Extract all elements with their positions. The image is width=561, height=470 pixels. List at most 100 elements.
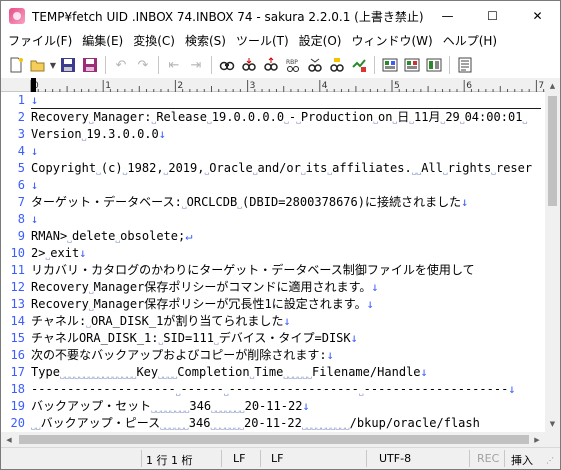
menu-tools[interactable]: ツール(T): [231, 31, 294, 52]
resize-grip-icon[interactable]: ⋰: [546, 456, 554, 465]
jump-icon[interactable]: [326, 54, 348, 76]
toolbar-separator: [449, 56, 450, 74]
tag-jump-icon[interactable]: [379, 54, 401, 76]
scroll-down-arrow-icon[interactable]: ▼: [545, 416, 560, 432]
compare-icon[interactable]: [401, 54, 423, 76]
line-number: 10: [10, 246, 25, 260]
menu-search[interactable]: 検索(S): [180, 31, 231, 52]
open-folder-icon[interactable]: [27, 54, 49, 76]
line-number: 6: [17, 178, 25, 192]
column-ruler: 01234567: [1, 78, 545, 92]
menu-help[interactable]: ヘルプ(H): [438, 31, 502, 52]
title-bar: TEMP¥fetch UID .INBOX 74.INBOX 74 - saku…: [1, 1, 560, 31]
ruler-label: 1: [105, 81, 111, 91]
search-next-icon[interactable]: [238, 54, 260, 76]
editor-line[interactable]: 19 バックアップ・セット˽˽˽˽˽˽˽˽346˽˽˽˽˽˽˽20-11-22↓: [1, 398, 545, 415]
editor-line[interactable]: 13 Recovery˽Manager保存ポリシーが冗長性1に設定されます。↓: [1, 296, 545, 313]
line-text: ↓: [31, 178, 39, 192]
tile-icon[interactable]: [423, 54, 445, 76]
scroll-left-arrow-icon[interactable]: ◀: [1, 432, 17, 447]
text-editor[interactable]: 1 ↓ 2 Recovery˽Manager:˽Release˽19.0.0.0.0˽…: [1, 92, 545, 432]
status-cursor-position: 1 行 1 桁: [146, 454, 193, 467]
menu-window[interactable]: ウィンドウ(W): [346, 31, 437, 52]
menu-convert[interactable]: 変換(C): [128, 31, 180, 52]
editor-line[interactable]: 9 RMAN>˽delete˽obsolete;↵: [1, 228, 545, 245]
editor-line[interactable]: 2 Recovery˽Manager:˽Release˽19.0.0.0.0˽-˽…: [1, 109, 545, 126]
minimize-button[interactable]: —: [425, 1, 470, 31]
line-text: RMAN>˽delete˽obsolete;↵: [31, 229, 193, 243]
ruler-label: 3: [250, 81, 256, 91]
line-text: ˽˽バックアップ・ピース˽˽˽˽˽˽346˽˽˽˽˽˽˽20-11-22˽˽˽˽…: [31, 416, 480, 430]
status-encoding[interactable]: UTF-8: [379, 452, 411, 465]
line-number: 11: [10, 263, 25, 277]
replace-icon[interactable]: RBP: [282, 54, 304, 76]
ruler-label: 5: [394, 81, 400, 91]
menu-edit[interactable]: 編集(E): [77, 31, 128, 52]
editor-line[interactable]: 17 Type˽˽˽˽˽˽˽˽˽˽˽˽˽˽˽˽Key˽˽˽˽Completion˽…: [1, 364, 545, 381]
ruler-label: 7: [538, 81, 544, 91]
line-number: 20: [10, 416, 25, 430]
new-file-icon[interactable]: [5, 54, 27, 76]
editor-line[interactable]: 10 2>˽exit↓: [1, 245, 545, 262]
jump-back-icon[interactable]: ⇤: [163, 54, 185, 76]
undo-icon[interactable]: ↶: [110, 54, 132, 76]
status-line-ending[interactable]: LF: [271, 452, 283, 465]
line-number: 13: [10, 297, 25, 311]
status-insert-mode[interactable]: 挿入: [511, 452, 533, 468]
line-text: Copyright˽(c)˽1982,˽2019,˽Oracle˽and/or˽…: [31, 161, 533, 175]
editor-line[interactable]: 11 リカバリ・カタログのかわりにターゲット・データベース制御ファイルを使用して: [1, 262, 545, 279]
editor-line[interactable]: 7 ターゲット・データベース:˽ORCLCDB˽(DBID=2800378676)…: [1, 194, 545, 211]
scroll-up-arrow-icon[interactable]: ▲: [545, 78, 560, 94]
editor-line[interactable]: 12 Recovery˽Manager保存ポリシーがコマンドに適用されます。↓: [1, 279, 545, 296]
line-number: 5: [17, 161, 25, 175]
vertical-scroll-thumb[interactable]: [548, 96, 557, 206]
editor-line[interactable]: 8 ↓: [1, 211, 545, 228]
menu-bar: ファイル(F) 編集(E) 変換(C) 検索(S) ツール(T) 設定(O) ウ…: [1, 31, 560, 52]
close-button[interactable]: ✕: [515, 1, 560, 31]
editor-line[interactable]: 1 ↓: [1, 92, 545, 109]
line-text: --------------------˽------˽------------…: [31, 382, 516, 396]
horizontal-scrollbar[interactable]: ◀ ▶: [1, 432, 545, 447]
editor-line[interactable]: 15 チャネルORA_DISK_1:˽SID=111˽デバイス・タイプ=DISK↓: [1, 330, 545, 347]
line-text: ↓: [31, 93, 39, 107]
open-dropdown-icon[interactable]: ▼: [49, 61, 57, 70]
maximize-button[interactable]: ☐: [470, 1, 515, 31]
editor-line[interactable]: 16 次の不要なバックアップおよびコピーが削除されます:↓: [1, 347, 545, 364]
line-text: チャネルORA_DISK_1:˽SID=111˽デバイス・タイプ=DISK↓: [31, 331, 358, 345]
line-text: Version˽19.3.0.0.0↓: [31, 127, 166, 141]
editor-window: TEMP¥fetch UID .INBOX 74.INBOX 74 - saku…: [0, 0, 561, 470]
menu-settings[interactable]: 設定(O): [294, 31, 347, 52]
editor-line[interactable]: 18 --------------------˽------˽----------…: [1, 381, 545, 398]
search-prev-icon[interactable]: [260, 54, 282, 76]
editor-line[interactable]: 5 Copyright˽(c)˽1982,˽2019,˽Oracle˽and/or…: [1, 160, 545, 177]
vertical-scrollbar[interactable]: ▲ ▼: [545, 78, 560, 432]
line-number: 8: [17, 212, 25, 226]
grep-icon[interactable]: [348, 54, 370, 76]
bookmark-icon[interactable]: [304, 54, 326, 76]
toolbar-separator: [105, 56, 106, 74]
line-number: 18: [10, 382, 25, 396]
horizontal-scroll-thumb[interactable]: [19, 435, 529, 444]
search-icon[interactable]: [216, 54, 238, 76]
line-number: 9: [17, 229, 25, 243]
line-text: Recovery˽Manager保存ポリシーが冗長性1に設定されます。↓: [31, 297, 374, 311]
scroll-right-arrow-icon[interactable]: ▶: [529, 432, 545, 447]
line-text: ターゲット・データベース:˽ORCLCDB˽(DBID=2800378676)に…: [31, 195, 469, 209]
outline-icon[interactable]: [454, 54, 476, 76]
save-icon[interactable]: [57, 54, 79, 76]
editor-line[interactable]: 20 ˽˽バックアップ・ピース˽˽˽˽˽˽346˽˽˽˽˽˽˽20-11-22˽˽…: [1, 415, 545, 432]
status-separator: [141, 450, 142, 467]
line-number: 4: [17, 144, 25, 158]
editor-line[interactable]: 3 Version˽19.3.0.0.0↓: [1, 126, 545, 143]
jump-forward-icon[interactable]: ⇥: [185, 54, 207, 76]
line-number: 7: [17, 195, 25, 209]
line-number: 17: [10, 365, 25, 379]
save-as-icon[interactable]: [79, 54, 101, 76]
editor-line[interactable]: 6 ↓: [1, 177, 545, 194]
menu-file[interactable]: ファイル(F): [3, 31, 77, 52]
editor-line[interactable]: 14 チャネル:˽ORA_DISK_1が割り当てられました↓: [1, 313, 545, 330]
redo-icon[interactable]: ↷: [132, 54, 154, 76]
editor-line[interactable]: 4 ↓: [1, 143, 545, 160]
line-text: バックアップ・セット˽˽˽˽˽˽˽˽346˽˽˽˽˽˽˽20-11-22↓: [31, 399, 310, 413]
status-eol-type[interactable]: LF: [233, 452, 245, 465]
